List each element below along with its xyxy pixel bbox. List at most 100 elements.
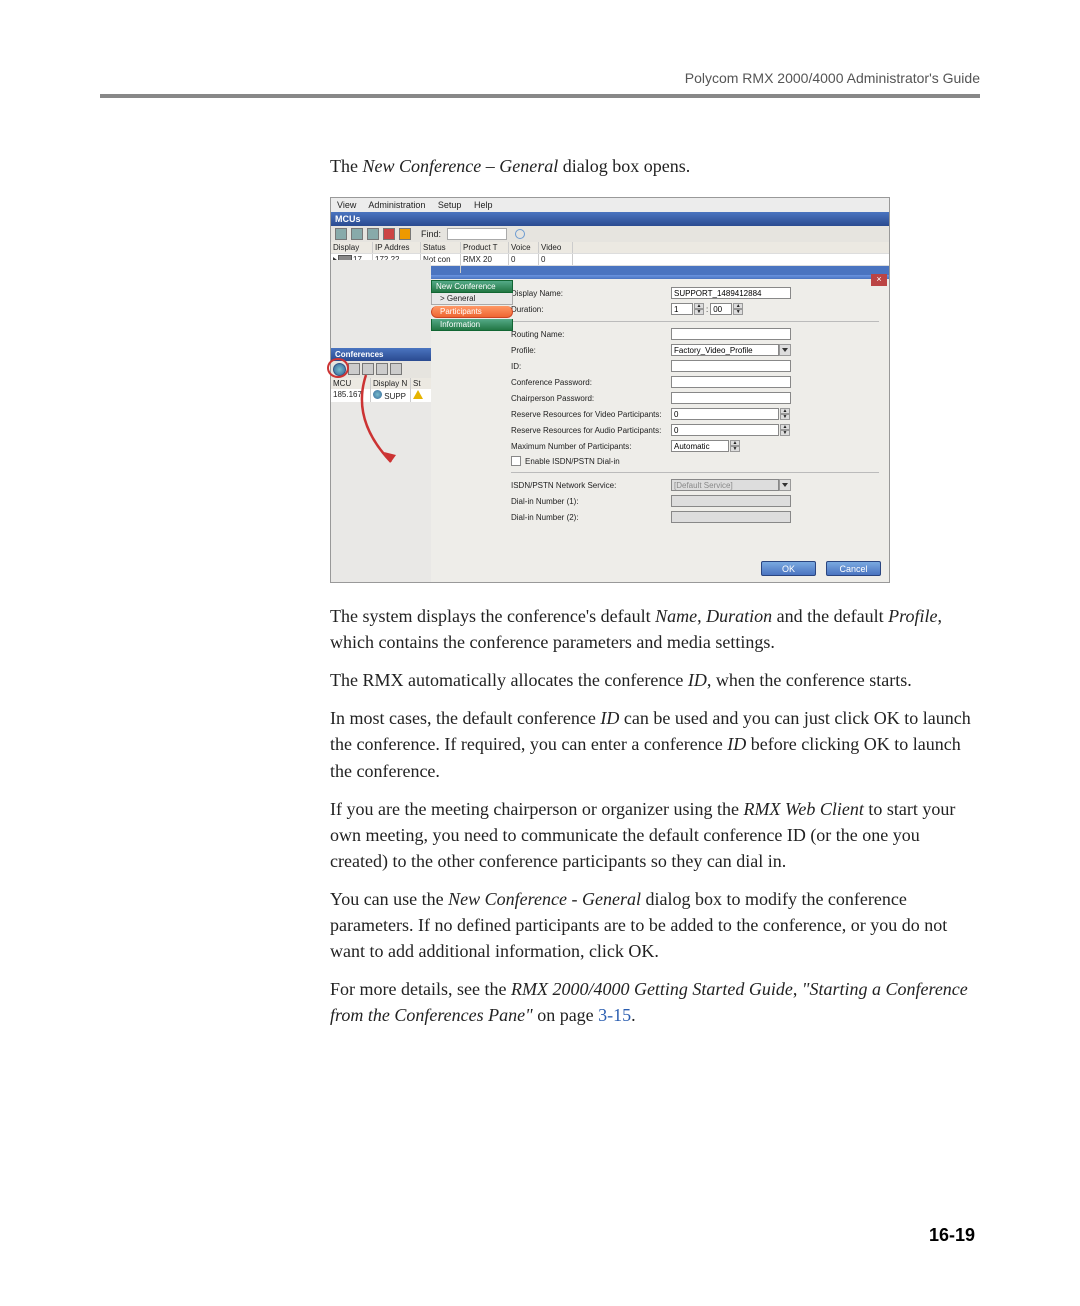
popup-title: New Conference	[431, 280, 513, 293]
col-voice[interactable]: Voice	[509, 242, 539, 253]
reserve-video-label: Reserve Resources for Video Participants…	[511, 410, 671, 419]
reserve-audio-input[interactable]	[671, 424, 779, 436]
paragraph-4: If you are the meeting chairperson or or…	[330, 796, 980, 874]
page-header: Polycom RMX 2000/4000 Administrator's Gu…	[100, 70, 980, 94]
p1-text: ,	[697, 606, 706, 626]
row-product: RMX 20	[461, 254, 509, 265]
dropdown-arrow-icon[interactable]	[779, 344, 791, 356]
page-link[interactable]: 3-15	[598, 1005, 631, 1025]
isdn-service-label: ISDN/PSTN Network Service:	[511, 481, 671, 490]
dropdown-arrow-icon	[779, 479, 791, 491]
col-status[interactable]: Status	[421, 242, 461, 253]
toolbar-icon-3[interactable]	[367, 228, 379, 240]
reserve-audio-label: Reserve Resources for Audio Participants…	[511, 426, 671, 435]
p3-id: ID	[600, 708, 619, 728]
page-number: 16-19	[929, 1225, 975, 1246]
p1-text: and the default	[772, 606, 888, 626]
paragraph-5: You can use the New Conference - General…	[330, 886, 980, 964]
duration-label: Duration:	[511, 305, 671, 314]
toolbar-icon-1[interactable]	[335, 228, 347, 240]
chair-password-label: Chairperson Password:	[511, 394, 671, 403]
menu-admin[interactable]: Administration	[368, 200, 425, 210]
col-video[interactable]: Video	[539, 242, 573, 253]
app-menubar: View Administration Setup Help	[331, 198, 889, 212]
cancel-button[interactable]: Cancel	[826, 561, 881, 576]
mcu-table-header: Display IP Addres Status Product T Voice…	[331, 242, 889, 254]
popup-participants[interactable]: Participants	[431, 306, 513, 318]
dialin2-input	[671, 511, 791, 523]
search-icon[interactable]	[515, 229, 525, 239]
p6-text: For more details, see the	[330, 979, 511, 999]
p4-client: RMX Web Client	[744, 799, 864, 819]
row-video: 0	[539, 254, 573, 265]
close-icon[interactable]: ×	[871, 274, 887, 286]
col-ip[interactable]: IP Addres	[373, 242, 421, 253]
duration-h-spinner[interactable]: ▲▼	[694, 303, 704, 315]
p4-text: If you are the meeting chairperson or or…	[330, 799, 744, 819]
reserve-video-input[interactable]	[671, 408, 779, 420]
id-input[interactable]	[671, 360, 791, 372]
reserve-audio-spinner[interactable]: ▲▼	[780, 424, 790, 436]
mcus-toolbar: Find:	[331, 226, 889, 242]
p3-id: ID	[727, 734, 746, 754]
id-label: ID:	[511, 362, 671, 371]
p1-profile: Profile	[888, 606, 937, 626]
conf-password-input[interactable]	[671, 376, 791, 388]
menu-view[interactable]: View	[337, 200, 356, 210]
dialin1-label: Dial-in Number (1):	[511, 497, 671, 506]
p1-name: Name	[655, 606, 697, 626]
chair-password-input[interactable]	[671, 392, 791, 404]
routing-name-label: Routing Name:	[511, 330, 671, 339]
profile-select[interactable]	[671, 344, 779, 356]
conferences-section-header: Conferences	[331, 348, 431, 361]
app-screenshot: View Administration Setup Help MCUs Find…	[330, 197, 890, 583]
header-rule	[100, 94, 980, 98]
routing-name-input[interactable]	[671, 328, 791, 340]
max-participants-input[interactable]	[671, 440, 729, 452]
p1-duration: Duration	[706, 606, 772, 626]
toolbar-icon-2[interactable]	[351, 228, 363, 240]
row-voice: 0	[509, 254, 539, 265]
col-display[interactable]: Display	[331, 242, 373, 253]
menu-help[interactable]: Help	[474, 200, 493, 210]
ok-button[interactable]: OK	[761, 561, 816, 576]
max-part-spinner[interactable]: ▲▼	[730, 440, 740, 452]
paragraph-3: In most cases, the default conference ID…	[330, 705, 980, 783]
conferences-label: Conferences	[335, 350, 383, 359]
separator	[511, 472, 879, 473]
toolbar-icon-5[interactable]	[399, 228, 411, 240]
profile-label: Profile:	[511, 346, 671, 355]
duration-minutes-input[interactable]	[710, 303, 732, 315]
paragraph-2: The RMX automatically allocates the conf…	[330, 667, 980, 693]
popup-information[interactable]: Information	[431, 319, 513, 331]
duration-m-spinner[interactable]: ▲▼	[733, 303, 743, 315]
p2-text: The RMX automatically allocates the conf…	[330, 670, 688, 690]
menu-setup[interactable]: Setup	[438, 200, 462, 210]
popup-general[interactable]: > General	[431, 293, 513, 305]
p3-text: In most cases, the default conference	[330, 708, 600, 728]
display-name-input[interactable]	[671, 287, 791, 299]
enable-isdn-label: Enable ISDN/PSTN Dial-in	[525, 457, 620, 466]
callout-arrow	[356, 370, 436, 470]
intro-suffix: dialog box opens.	[558, 156, 690, 176]
p5-text: You can use the	[330, 889, 448, 909]
isdn-service-select	[671, 479, 779, 491]
p6-text: on page	[533, 1005, 598, 1025]
delete-icon[interactable]	[383, 228, 395, 240]
paragraph-1: The system displays the conference's def…	[330, 603, 980, 655]
col-product[interactable]: Product T	[461, 242, 509, 253]
dialog-main: Display Name: Duration: ▲▼ : ▲▼ Routing …	[501, 279, 889, 558]
find-label: Find:	[421, 229, 441, 239]
enable-isdn-checkbox[interactable]	[511, 456, 521, 466]
dialin1-input	[671, 495, 791, 507]
popup-general-label: General	[447, 294, 475, 303]
find-input[interactable]	[447, 228, 507, 240]
intro-dialog-name: New Conference – General	[362, 156, 558, 176]
paragraph-6: For more details, see the RMX 2000/4000 …	[330, 976, 980, 1028]
duration-hours-input[interactable]	[671, 303, 693, 315]
p5-dialog: New Conference - General	[448, 889, 641, 909]
conf-password-label: Conference Password:	[511, 378, 671, 387]
separator	[511, 321, 879, 322]
reserve-video-spinner[interactable]: ▲▼	[780, 408, 790, 420]
intro-line: The New Conference – General dialog box …	[330, 153, 980, 179]
